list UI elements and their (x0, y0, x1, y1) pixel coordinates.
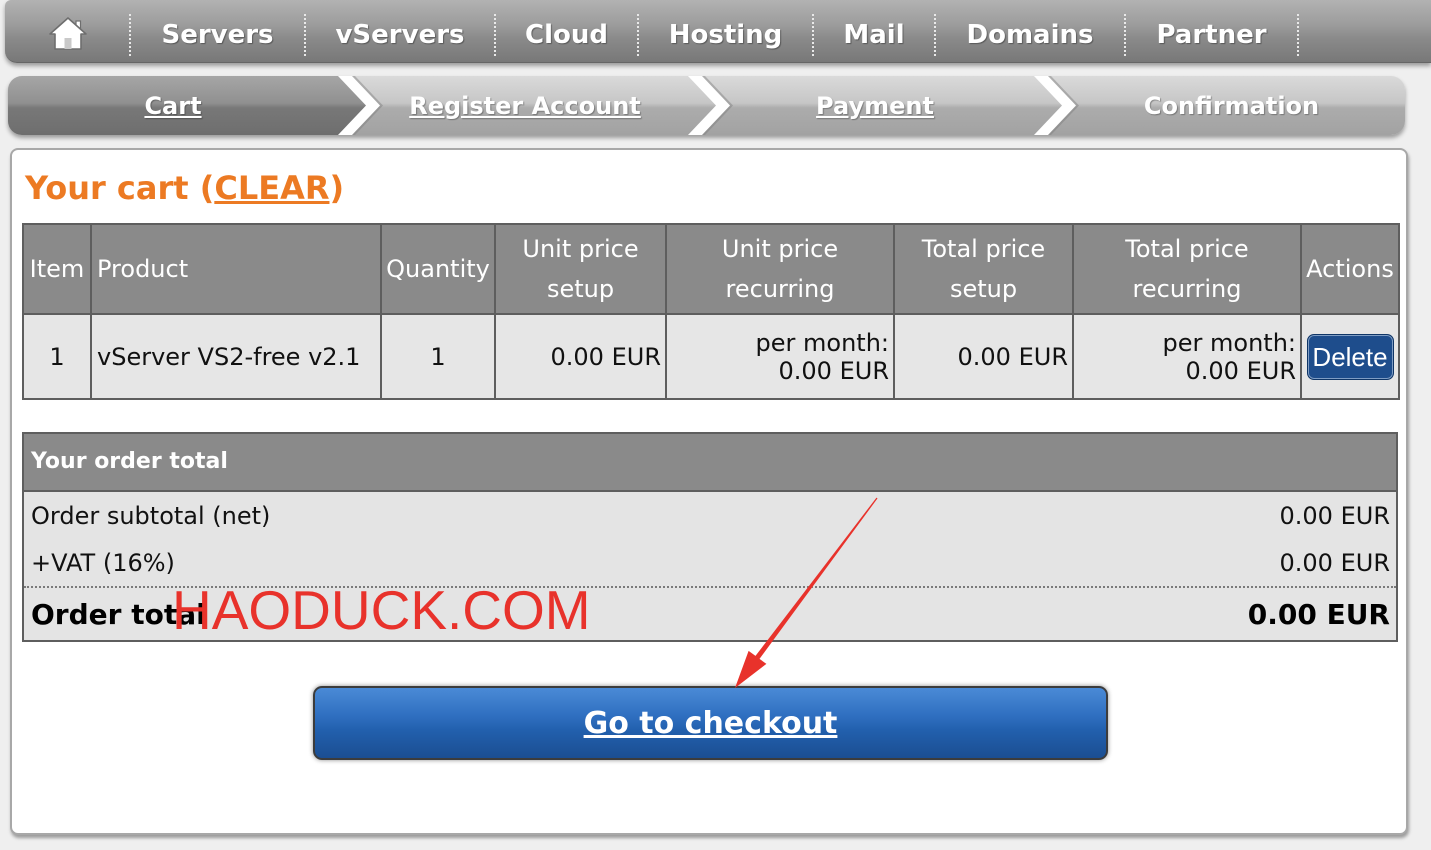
clear-cart-link[interactable]: CLEAR (214, 169, 329, 207)
nav-item-hosting[interactable]: Hosting (638, 0, 814, 62)
nav-item-label[interactable]: vServers (335, 20, 464, 50)
column-header-unit-price-recurring: Unit price recurring (665, 223, 895, 315)
cell-unit-price-setup: 0.00 EUR (494, 313, 667, 400)
nav-home[interactable] (5, 0, 131, 62)
nav-item-domains[interactable]: Domains (935, 0, 1126, 62)
order-subtotal-row: Order subtotal (net) 0.00 EUR (24, 492, 1396, 540)
cart-title: Your cart (CLEAR) (25, 169, 344, 207)
home-icon[interactable] (48, 15, 88, 55)
recurring-period: per month: (1162, 328, 1296, 357)
step-confirmation-label: Confirmation (1143, 91, 1320, 120)
recurring-amount: 0.00 EUR (778, 356, 889, 385)
nav-item-mail[interactable]: Mail (813, 0, 936, 62)
nav-item-label[interactable]: Hosting (669, 20, 783, 50)
delete-button[interactable]: Delete (1306, 333, 1394, 380)
column-header-text: recurring (725, 275, 835, 303)
cart-header-row: Item Product Quantity Unit price setup Un… (22, 223, 1400, 315)
cart-panel: Your cart (CLEAR) Item Product Quantity … (10, 148, 1408, 835)
step-cart-link[interactable]: Cart (144, 92, 201, 120)
column-header-text: Quantity (386, 255, 490, 283)
step-cart[interactable]: Cart (8, 76, 338, 135)
vat-value: 0.00 EUR (1279, 549, 1390, 577)
nav-item-label[interactable]: Cloud (525, 20, 608, 50)
column-header-total-price-setup: Total price setup (893, 223, 1074, 315)
cell-item: 1 (22, 313, 92, 400)
cart-title-text: Your cart (25, 169, 189, 207)
nav-item-label[interactable]: Domains (967, 20, 1094, 50)
cell-actions: Delete (1300, 313, 1400, 400)
order-total-heading: Your order total (24, 434, 1396, 492)
column-header-product: Product (90, 223, 382, 315)
cart-table: Item Product Quantity Unit price setup Un… (22, 223, 1400, 400)
nav-item-partner[interactable]: Partner (1125, 0, 1299, 62)
column-header-item: Item (22, 223, 92, 315)
step-register-account-link[interactable]: Register Account (409, 92, 641, 120)
vat-row: +VAT (16%) 0.00 EUR (24, 540, 1396, 588)
recurring-period: per month: (755, 328, 889, 357)
column-header-text: Product (97, 255, 189, 283)
go-to-checkout-button[interactable]: Go to checkout (313, 686, 1108, 760)
order-total-row: Order total 0.00 EUR (24, 588, 1396, 640)
cell-total-price-setup: 0.00 EUR (893, 313, 1074, 400)
column-header-text: Unit price (522, 235, 639, 263)
go-to-checkout-label[interactable]: Go to checkout (584, 706, 838, 741)
order-total-box: Your order total Order subtotal (net) 0.… (22, 432, 1398, 642)
recurring-amount: 0.00 EUR (1185, 356, 1296, 385)
column-header-total-price-recurring: Total price recurring (1072, 223, 1302, 315)
step-payment[interactable]: Payment (708, 76, 1042, 135)
cell-unit-price-recurring: per month: 0.00 EUR (665, 313, 895, 400)
nav-item-vservers[interactable]: vServers (305, 0, 496, 62)
step-register-account[interactable]: Register Account (358, 76, 692, 135)
step-payment-link[interactable]: Payment (816, 92, 934, 120)
column-header-actions: Actions (1300, 223, 1400, 315)
nav-item-label[interactable]: Servers (161, 20, 273, 50)
cell-quantity: 1 (380, 313, 496, 400)
checkout-steps: Cart Register Account Payment Confirmati… (8, 76, 1405, 135)
column-header-text: Unit price (721, 235, 839, 263)
clear-paren-open: ( (199, 169, 215, 207)
nav-item-servers[interactable]: Servers (130, 0, 306, 62)
vat-label: +VAT (16%) (31, 549, 175, 577)
cell-product: vServer VS2-free v2.1 (90, 313, 382, 400)
column-header-text: Total price (1125, 235, 1249, 263)
order-total-label: Order total (31, 597, 206, 631)
table-row: 1 vServer VS2-free v2.1 1 0.00 EUR per m… (22, 313, 1400, 400)
order-subtotal-value: 0.00 EUR (1279, 502, 1390, 530)
order-subtotal-label: Order subtotal (net) (31, 502, 271, 530)
column-header-quantity: Quantity (380, 223, 496, 315)
column-header-unit-price-setup: Unit price setup (494, 223, 667, 315)
cell-total-price-recurring: per month: 0.00 EUR (1072, 313, 1302, 400)
clear-paren-close: ) (329, 169, 345, 207)
nav-item-label[interactable]: Mail (843, 20, 904, 50)
column-header-text: Actions (1306, 255, 1394, 283)
column-header-text: setup (546, 275, 615, 303)
nav-item-label[interactable]: Partner (1156, 20, 1266, 50)
column-header-text: recurring (1132, 275, 1242, 303)
nav-item-cloud[interactable]: Cloud (495, 0, 639, 62)
column-header-text: Item (29, 255, 85, 283)
order-total-value: 0.00 EUR (1247, 597, 1390, 631)
top-navigation: Servers vServers Cloud Hosting Mail Doma… (5, 0, 1431, 63)
column-header-text: setup (949, 275, 1018, 303)
step-confirmation: Confirmation (1058, 76, 1405, 135)
column-header-text: Total price (921, 235, 1046, 263)
